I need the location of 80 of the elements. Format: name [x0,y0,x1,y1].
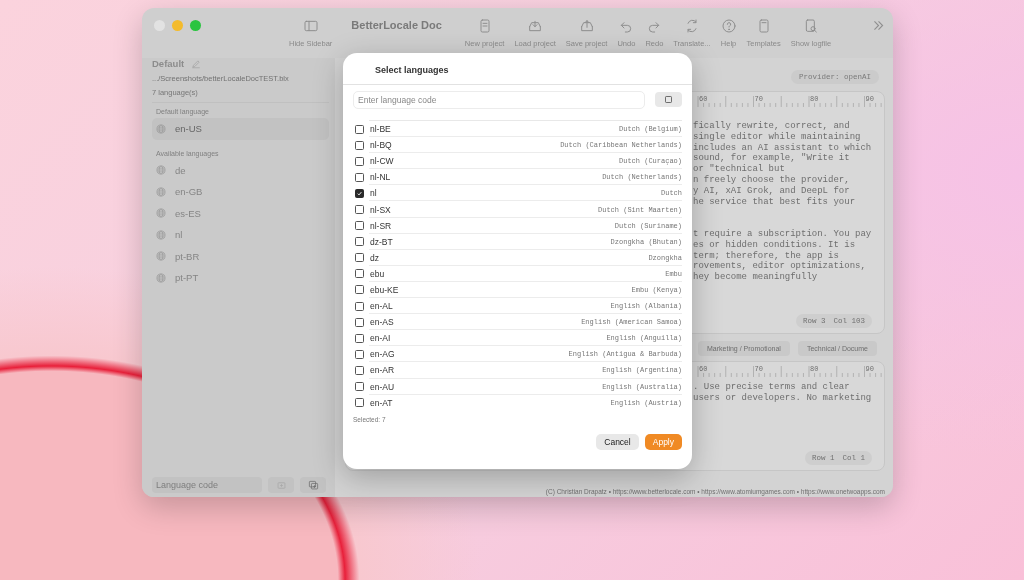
editor-text-line: term; therefore, the app is [693,250,840,261]
language-code: en-AI [370,333,391,344]
editor-text-line: sound, for example, "Write it [693,153,851,164]
language-code: nl-CW [370,156,394,167]
checkmark-icon [356,189,363,197]
checkbox[interactable] [355,172,364,182]
language-code: dz-BT [370,236,393,247]
checkbox[interactable] [355,317,364,327]
globe-icon [156,186,166,197]
globe-icon [156,208,166,219]
language-search-field[interactable]: Enter language code [353,91,645,109]
language-code: en-AL [370,301,393,312]
language-item[interactable]: de [152,159,329,181]
checkbox[interactable] [355,349,364,359]
globe-icon [156,251,166,262]
checkbox[interactable] [355,124,364,134]
editor-text-line: hey become meaningfully [693,272,819,283]
globe-icon [156,123,166,134]
editor-text-line: es or hidden conditions. It is [693,239,857,251]
editor-text-line: single editor while maintaining [693,131,862,143]
language-item[interactable]: en-US [152,118,329,140]
select-all-button[interactable] [655,92,682,107]
language-item[interactable]: pt-BR [152,245,329,267]
help-icon [720,18,737,34]
globe-icon [156,272,166,283]
language-code: ebu-KE [370,285,399,295]
language-code: en-AU [370,381,395,392]
checkbox[interactable] [355,237,364,247]
editor-text-line: he service that best fits your [693,196,857,208]
language-code: ebu [370,268,385,279]
language-code: nl-SR [370,220,392,231]
editor-text-line: fically rewrite, correct, and [693,121,851,132]
language-code: en-AG [370,349,395,360]
checkbox[interactable] [355,221,364,231]
square-icon [664,95,673,104]
checkbox[interactable] [355,382,364,392]
cancel-button[interactable]: Cancel [596,434,639,450]
editor-text-line: or "technical but [693,164,786,175]
checkbox[interactable] [355,205,364,214]
checkbox[interactable] [355,333,364,343]
checkbox[interactable] [355,285,364,295]
checkbox[interactable] [355,301,364,311]
language-code: nl-BE [370,124,391,135]
checkbox[interactable] [355,156,364,166]
save-icon [578,18,595,34]
editor-text-line: includes an AI assistant to which [693,142,873,153]
editor-text-line: t require a subscription. You pay [693,228,873,240]
language-code: nl-BQ [370,140,392,151]
load-icon [527,18,544,34]
checkbox[interactable] [355,269,364,279]
editor-text-line: users or developers. No marketing [693,392,873,404]
language-code: nl-NL [370,172,391,183]
editor-text-line: rovements, editor optimizations, [693,261,867,272]
language-item[interactable]: pt-PT [152,267,329,289]
sidebar-icon [302,18,319,34]
globe-icon [156,229,166,240]
language-code: en-AS [370,317,394,328]
checkbox[interactable] [355,188,364,198]
apply-button[interactable]: Apply [644,434,682,450]
language-code: dz [370,252,379,263]
language-code-field[interactable]: Language code [152,477,262,493]
checkbox[interactable] [355,365,364,375]
checkbox[interactable] [355,140,364,150]
globe-icon [156,165,166,176]
dialog-title: Select languages [343,53,692,85]
editor-text-line: . Use precise terms and clear [693,382,851,393]
language-code: en-AT [370,397,393,408]
project-name: Default [152,58,185,69]
language-code: nl-SX [370,204,391,215]
language-code: nl [370,188,377,199]
language-item[interactable]: es-ES [152,202,329,224]
checkbox[interactable] [355,398,364,408]
language-code: en-AR [370,365,395,376]
editor-text-line: n freely choose the provider, [693,175,851,186]
plus-icon [275,479,287,491]
window-title: BetterLocale Doc [351,19,442,31]
duplicate-icon [307,479,319,491]
checkbox[interactable] [355,253,364,263]
editor-text-line: y AI, xAI Grok, and DeepL for [693,185,851,197]
language-item[interactable]: en-GB [152,181,329,203]
